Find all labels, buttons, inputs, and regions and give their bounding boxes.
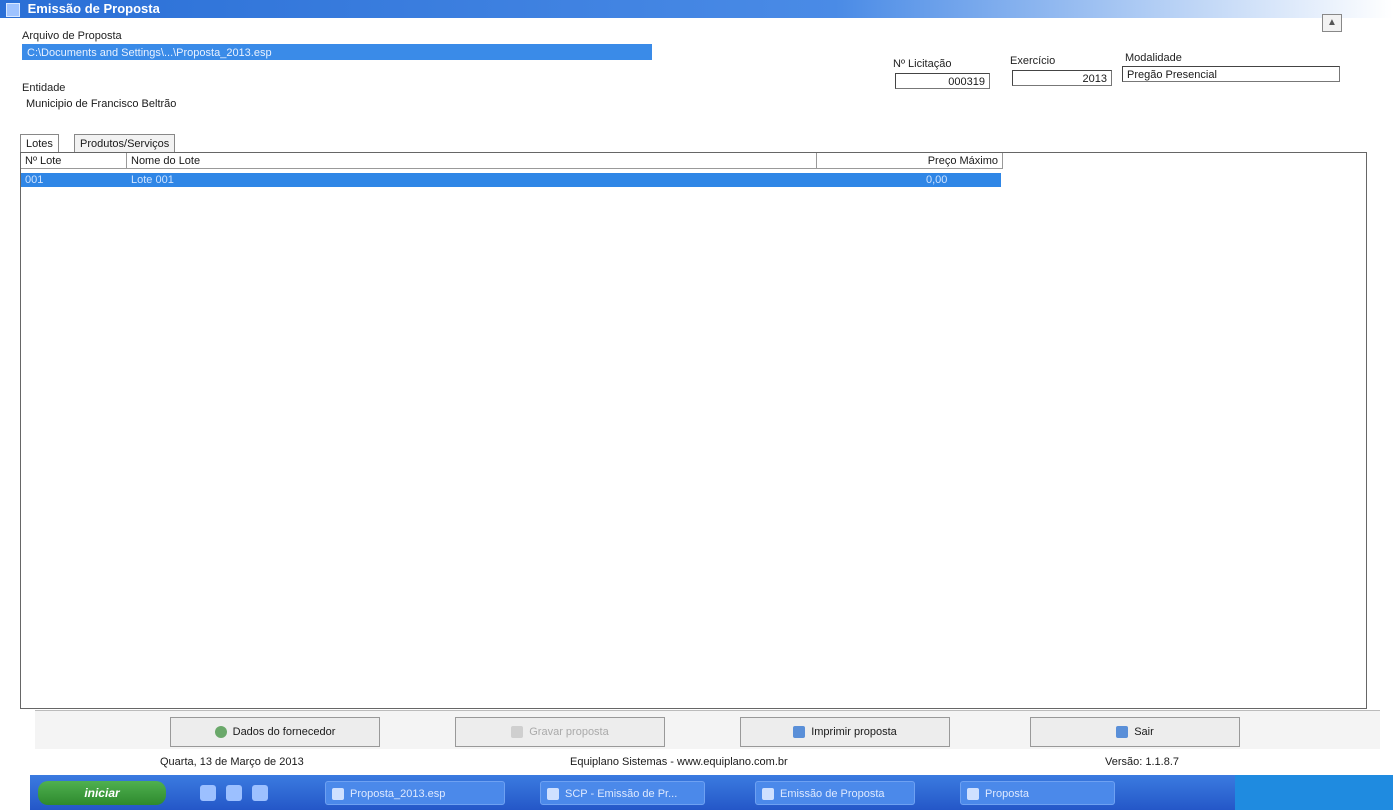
exercicio-label: Exercício (1010, 55, 1056, 67)
cell-lot-name: Lote 001 (131, 174, 174, 186)
button-bar: Dados do fornecedor Gravar proposta Impr… (35, 710, 1380, 749)
file-label: Arquivo de Proposta (22, 30, 122, 42)
supplier-data-button[interactable]: Dados do fornecedor (170, 717, 380, 747)
window-title: Emissão de Proposta (27, 1, 160, 16)
lots-grid: Nº Lote Nome do Lote Preço Máximo 001 Lo… (20, 152, 1367, 709)
supplier-button-label: Dados do fornecedor (232, 726, 336, 738)
entity-label: Entidade (22, 82, 66, 94)
entity-field: Municipio de Francisco Beltrão (22, 96, 322, 112)
licitacao-field[interactable]: 000319 (895, 73, 990, 89)
status-date: Quarta, 13 de Março de 2013 (160, 756, 304, 768)
print-icon (793, 726, 806, 739)
tab-lotes[interactable]: Lotes (20, 134, 59, 153)
status-version: Versão: 1.1.8.7 (1105, 756, 1179, 768)
modalidade-field[interactable]: Pregão Presencial (1122, 66, 1340, 82)
window-title-bar: Emissão de Proposta (0, 0, 1393, 18)
media-icon[interactable] (252, 785, 268, 801)
taskbar-item-scp[interactable]: SCP - Emissão de Pr... (540, 781, 705, 805)
header-lot-no[interactable]: Nº Lote (21, 153, 127, 169)
header-max-price[interactable]: Preço Máximo (817, 153, 1003, 169)
exercicio-field[interactable]: 2013 (1012, 70, 1112, 86)
save-icon (511, 726, 524, 739)
proposal-file-field[interactable]: C:\Documents and Settings\...\Proposta_2… (22, 44, 652, 60)
exit-button[interactable]: Sair (1030, 717, 1240, 747)
system-tray (1235, 775, 1393, 810)
status-bar: Quarta, 13 de Março de 2013 Equiplano Si… (160, 752, 1220, 772)
exit-icon (1116, 726, 1129, 739)
save-button-label: Gravar proposta (529, 726, 609, 738)
cell-lot-no: 001 (25, 174, 44, 186)
taskbar-item-emission[interactable]: Emissão de Proposta (755, 781, 915, 805)
tab-produtos-servicos[interactable]: Produtos/Serviços (74, 134, 176, 153)
print-proposal-button[interactable]: Imprimir proposta (740, 717, 950, 747)
scroll-up-button[interactable]: ▲ (1322, 14, 1342, 32)
table-row[interactable]: 001 Lote 001 0,00 (21, 173, 1001, 187)
licitacao-label: Nº Licitação (893, 58, 952, 70)
supplier-icon (214, 726, 227, 739)
exit-button-label: Sair (1134, 726, 1154, 738)
ie-icon[interactable] (200, 785, 216, 801)
app-icon (6, 3, 20, 17)
taskbar: iniciar Proposta_2013.esp SCP - Emissão … (30, 775, 1393, 810)
cell-max-price: 0,00 (926, 174, 948, 186)
taskbar-item-folder[interactable]: Proposta_2013.esp (325, 781, 505, 805)
start-button[interactable]: iniciar (38, 781, 166, 805)
print-button-label: Imprimir proposta (811, 726, 897, 738)
quicklaunch-icon[interactable] (226, 785, 242, 801)
save-proposal-button[interactable]: Gravar proposta (455, 717, 665, 747)
status-company: Equiplano Sistemas - www.equiplano.com.b… (570, 756, 788, 768)
taskbar-item-proposta[interactable]: Proposta (960, 781, 1115, 805)
header-lot-name[interactable]: Nome do Lote (127, 153, 817, 169)
modalidade-label: Modalidade (1125, 52, 1182, 64)
